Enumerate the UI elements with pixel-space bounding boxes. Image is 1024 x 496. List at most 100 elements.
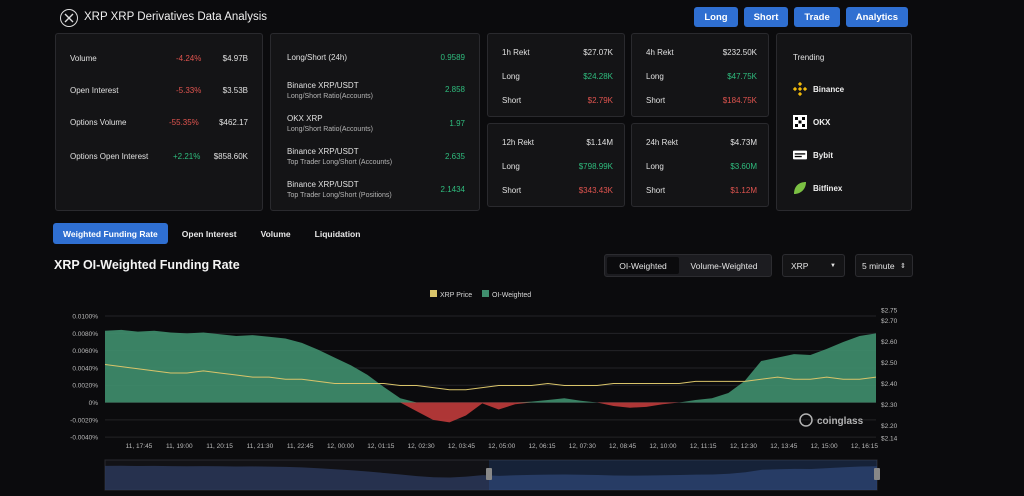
funding-positive-area	[105, 329, 876, 403]
x-tick: 11, 22:45	[287, 443, 314, 450]
x-tick: 12, 08:45	[609, 443, 636, 450]
rekt-long-value: $3.60M	[730, 162, 757, 171]
y-left-tick: 0.0100%	[72, 314, 98, 321]
x-tick: 12, 00:00	[327, 443, 354, 450]
y-right-tick: $2.70	[881, 318, 898, 325]
rekt-short-value: $2.79K	[587, 96, 613, 105]
tab-weighted-funding-rate[interactable]: Weighted Funding Rate	[53, 223, 168, 244]
tab-liquidation[interactable]: Liquidation	[305, 223, 371, 244]
nav-analytics-button[interactable]: Analytics	[845, 7, 908, 27]
rekt-card-1h: 1h Rekt $27.07K Long $24.28K Short $2.79K	[487, 33, 625, 117]
tab-open-interest[interactable]: Open Interest	[172, 223, 247, 244]
nav-long-button[interactable]: Long	[694, 7, 738, 27]
ratio-value: 2.1434	[440, 185, 465, 194]
rekt-title: 4h Rekt	[646, 48, 674, 57]
trending-label: Bybit	[813, 150, 833, 160]
bybit-icon	[793, 148, 807, 162]
y-left-tick: 0.0080%	[72, 331, 98, 338]
rekt-short-value: $184.75K	[722, 96, 757, 105]
page-title: XRP XRP Derivatives Data Analysis	[84, 11, 268, 23]
interval-select[interactable]: 5 minute ⇕	[855, 254, 913, 277]
rekt-long-value: $24.28K	[583, 72, 613, 81]
y-left-tick: -0.0040%	[70, 435, 98, 442]
rekt-long-label: Long	[502, 72, 520, 81]
ratio-value: 2.858	[444, 85, 465, 94]
overview-change: -5.33%	[176, 86, 202, 95]
trending-item-bybit[interactable]: Bybit	[793, 148, 833, 162]
navigator-handle-right	[874, 468, 880, 480]
ratio-sublabel: Top Trader Long/Short (Accounts)	[287, 159, 393, 166]
weighting-toggle: OI-Weighted Volume-Weighted	[604, 254, 772, 277]
nav-short-button[interactable]: Short	[743, 7, 789, 27]
rekt-short-value: $1.12M	[730, 186, 757, 195]
ratio-value: 1.97	[449, 119, 465, 128]
legend-oi-weighted: OI-Weighted	[492, 292, 531, 299]
overview-value: $462.17	[219, 118, 248, 127]
overview-label: Options Volume	[70, 118, 127, 127]
trending-item-okx[interactable]: OKX	[793, 115, 830, 129]
y-left-tick: -0.0020%	[70, 417, 98, 424]
legend-swatch	[482, 290, 489, 297]
chart-title: XRP OI-Weighted Funding Rate	[54, 258, 240, 272]
trending-card: Trending Binance OKX Bybit Bitfinex	[776, 33, 912, 211]
coin-select[interactable]: XRP ▼	[782, 254, 845, 277]
rekt-total: $4.73M	[730, 138, 757, 147]
x-tick: 11, 19:00	[166, 443, 193, 450]
ratio-value: 2.635	[444, 152, 465, 161]
y-right-tick: $2.30	[881, 402, 898, 409]
y-right-tick: $2.75	[881, 308, 898, 315]
x-tick: 12, 12:30	[730, 443, 757, 450]
ratio-label: Binance XRP/USDT	[287, 81, 359, 90]
trending-item-binance[interactable]: Binance	[793, 82, 844, 96]
volume-weighted-option[interactable]: Volume-Weighted	[679, 257, 769, 274]
rekt-card-4h: 4h Rekt $232.50K Long $47.75K Short $184.75…	[631, 33, 769, 117]
x-tick: 12, 07:30	[569, 443, 596, 450]
trending-label: Binance	[813, 84, 845, 94]
overview-value: $3.53B	[222, 86, 248, 95]
ratio-value: 0.9589	[440, 53, 465, 62]
okx-icon	[793, 115, 807, 129]
rekt-short-label: Short	[502, 186, 522, 195]
y-right-tick: $2.50	[881, 360, 898, 367]
rekt-long-label: Long	[502, 162, 520, 171]
overview-change: +2.21%	[173, 152, 201, 161]
x-tick: 11, 20:15	[206, 443, 233, 450]
watermark: coinglass	[817, 416, 864, 427]
navigator-handle-left	[486, 468, 492, 480]
ratio-sublabel: Long/Short Ratio(Accounts)	[287, 93, 373, 100]
rekt-long-label: Long	[646, 162, 664, 171]
rekt-title: 12h Rekt	[502, 138, 535, 147]
binance-icon	[793, 82, 807, 96]
legend-price: XRP Price	[440, 292, 472, 299]
ratio-label: Binance XRP/USDT	[287, 180, 359, 189]
overview-label: Options Open Interest	[70, 152, 149, 161]
trending-item-bitfinex[interactable]: Bitfinex	[793, 181, 842, 195]
rekt-short-label: Short	[502, 96, 522, 105]
nav-trade-button[interactable]: Trade	[794, 7, 840, 27]
chevron-down-icon: ▼	[830, 262, 836, 269]
funding-rate-chart[interactable]: XRP Price OI-Weighted 0.0100% 0.0080% 0.0060…	[0, 286, 1024, 496]
trending-label: OKX	[813, 117, 831, 127]
overview-value: $858.60K	[213, 152, 248, 161]
ratio-sublabel: Long/Short Ratio(Accounts)	[287, 126, 373, 133]
rekt-long-value: $798.99K	[578, 162, 613, 171]
rekt-card-12h: 12h Rekt $1.14M Long $798.99K Short $343.43…	[487, 123, 625, 207]
overview-label: Open Interest	[70, 86, 119, 95]
rekt-total: $1.14M	[586, 138, 613, 147]
overview-card: Volume -4.24% $4.97B Open Interest -5.33…	[55, 33, 263, 211]
tab-volume[interactable]: Volume	[251, 223, 301, 244]
ratio-label: Binance XRP/USDT	[287, 147, 359, 156]
x-tick: 12, 05:00	[488, 443, 515, 450]
trending-label: Bitfinex	[813, 183, 843, 193]
x-tick: 11, 17:45	[126, 443, 153, 450]
rekt-long-value: $47.75K	[727, 72, 757, 81]
oi-weighted-option[interactable]: OI-Weighted	[607, 257, 679, 274]
rekt-card-24h: 24h Rekt $4.73M Long $3.60M Short $1.12M	[631, 123, 769, 207]
rekt-long-label: Long	[646, 72, 664, 81]
y-right-tick: $2.14	[881, 436, 898, 443]
x-tick: 12, 03:45	[448, 443, 475, 450]
rekt-short-value: $343.43K	[578, 186, 613, 195]
overview-value: $4.97B	[222, 54, 248, 63]
x-tick: 11, 21:30	[247, 443, 274, 450]
overview-label: Volume	[70, 54, 97, 63]
